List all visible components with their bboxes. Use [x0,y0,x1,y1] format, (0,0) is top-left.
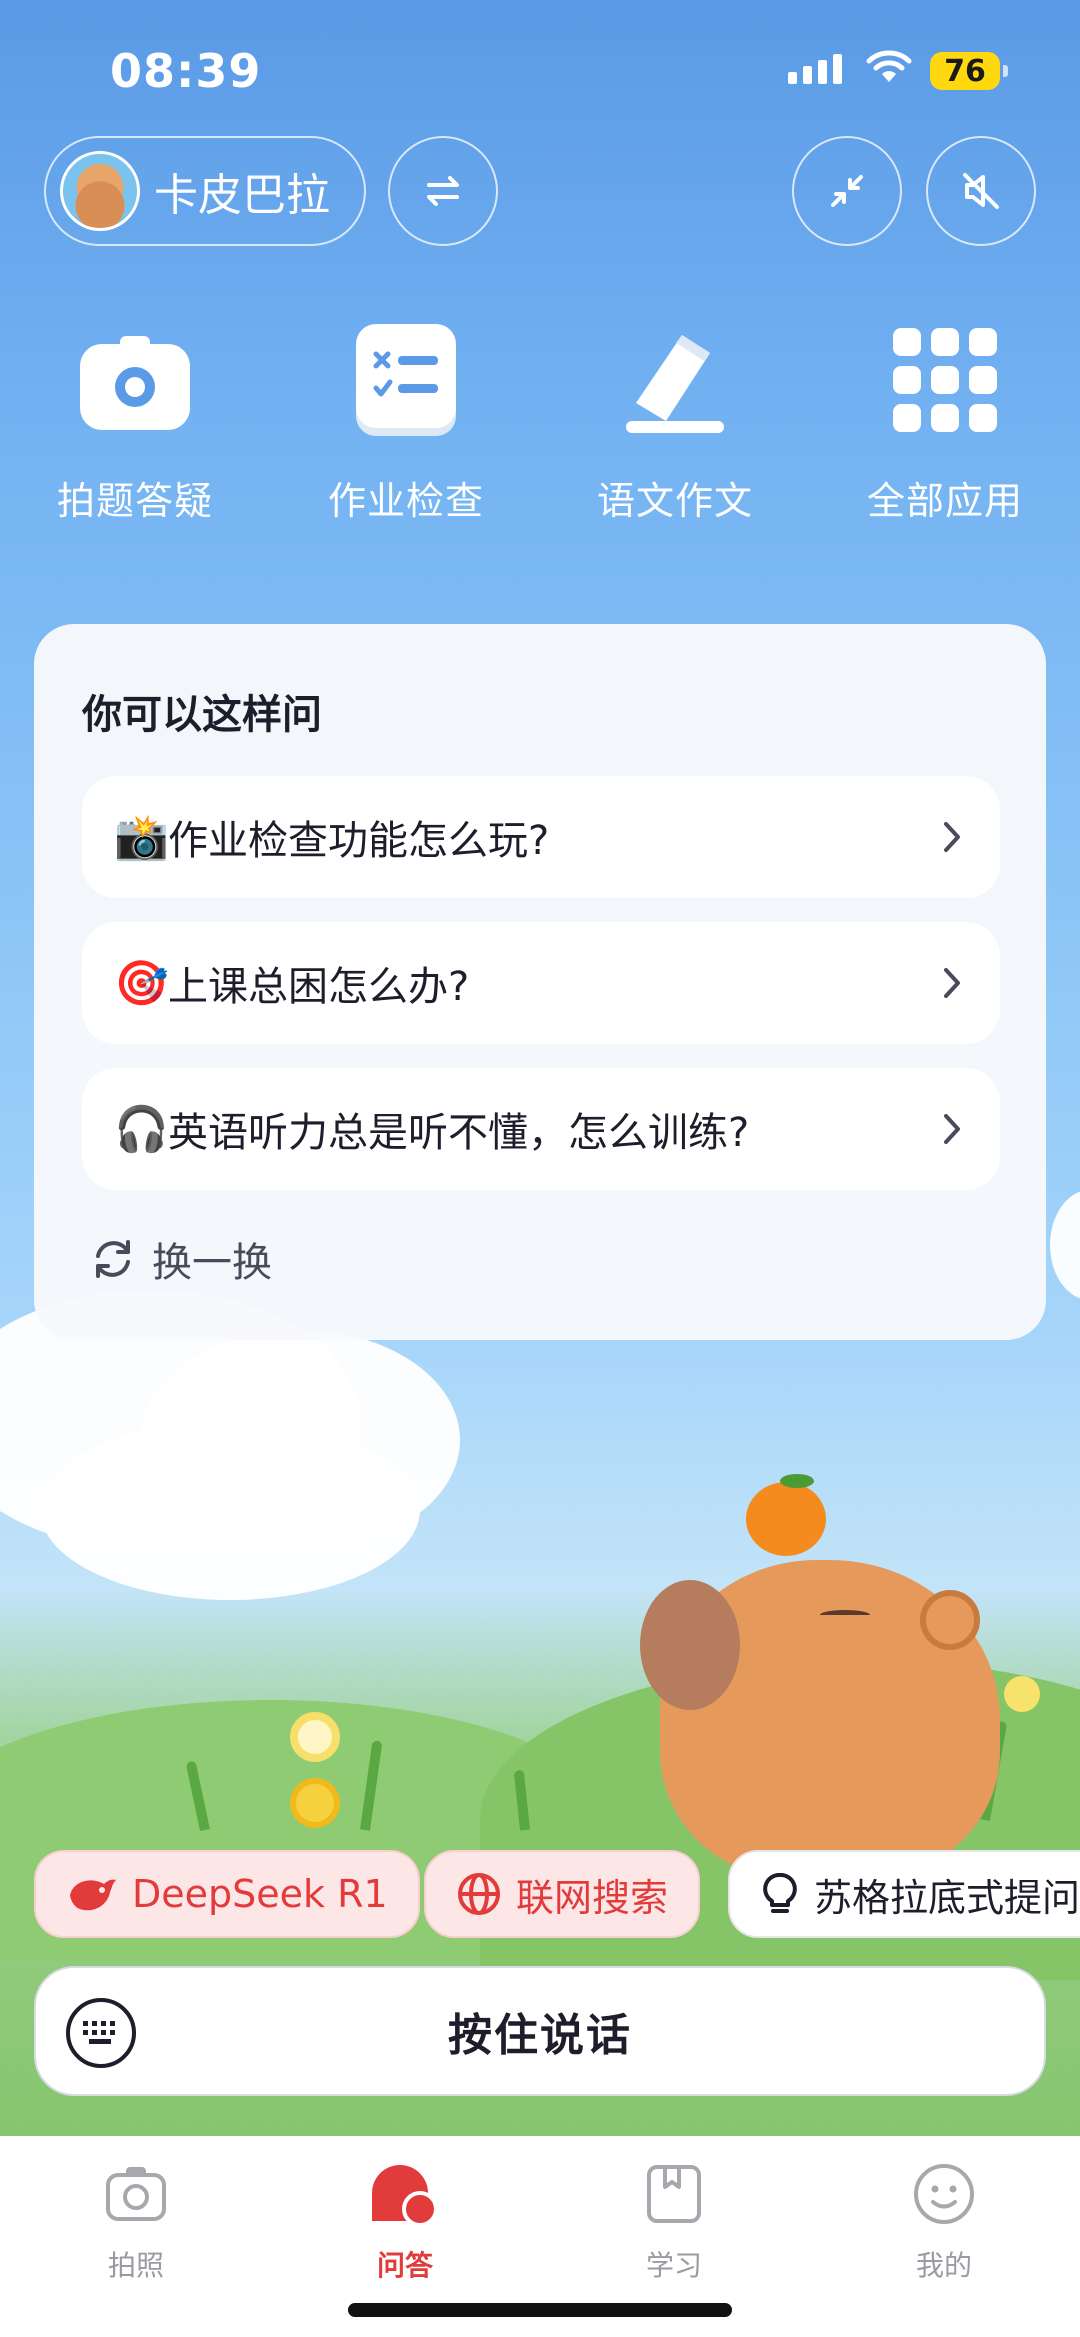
lightbulb-icon [760,1871,800,1917]
collapse-icon [831,175,863,207]
chevron-right-icon [944,968,960,998]
chat-tab-icon [369,2158,441,2230]
app-label: 全部应用 [866,479,1023,523]
tab-photo[interactable]: 拍照 [36,2158,236,2284]
camera-icon [75,320,195,440]
app-label: 拍题答疑 [56,479,213,523]
status-bar: 08:39 76 [0,0,1080,140]
avatar [60,151,140,231]
tab-learn[interactable]: 学习 [574,2158,774,2284]
mute-button[interactable] [926,136,1036,246]
web-search-chip[interactable]: 联网搜索 [424,1850,701,1938]
app-label: 作业检查 [327,479,484,523]
chip-label: 联网搜索 [516,1875,669,1920]
profile-switcher[interactable]: 卡皮巴拉 [44,136,366,246]
keyboard-toggle-button[interactable] [66,1998,136,2068]
suggestion-text: 英语听力总是听不懂，怎么训练? [168,1110,750,1156]
chip-label: DeepSeek R1 [132,1872,388,1916]
app-homework-check[interactable]: 作业检查 [291,320,521,525]
tab-label: 学习 [645,2249,702,2282]
suggestion-text: 作业检查功能怎么玩? [168,818,550,864]
chevron-right-icon [944,1114,960,1144]
refresh-label: 换一换 [152,1240,272,1286]
home-indicator [348,2303,732,2317]
mute-icon [963,173,999,209]
keyboard-icon [83,2021,115,2044]
collapse-button[interactable] [792,136,902,246]
homework-check-icon [346,320,466,440]
deepseek-icon [66,1874,118,1914]
suggestion-title: 你可以这样问 [82,692,322,738]
globe-icon [456,1871,502,1917]
suggestion-item[interactable]: 🎯 上课总困怎么办? [82,922,1000,1044]
cellular-signal-icon [788,54,842,84]
camera-flash-icon: 📸 [114,812,169,863]
chip-label: 苏格拉底式提问 [814,1875,1080,1920]
app-all-apps[interactable]: 全部应用 [830,320,1060,525]
suggestion-card: 你可以这样问 📸 作业检查功能怎么玩? 🎯 上课总困怎么办? 🎧 英语听力总是听… [34,624,1046,1340]
chevron-right-icon [944,822,960,852]
tab-qa[interactable]: 问答 [305,2158,505,2284]
deepseek-r1-chip[interactable]: DeepSeek R1 [34,1850,420,1938]
target-icon: 🎯 [114,958,169,1009]
swap-icon [427,176,459,206]
swap-button[interactable] [388,136,498,246]
tab-mine[interactable]: 我的 [844,2158,1044,2284]
app-chinese-essay[interactable]: 语文作文 [560,320,790,525]
headphones-icon: 🎧 [114,1104,169,1155]
profile-name: 卡皮巴拉 [154,170,330,221]
status-time: 08:39 [110,44,262,98]
camera-tab-icon [100,2158,172,2230]
tab-label: 我的 [915,2249,972,2282]
book-tab-icon [638,2158,710,2230]
suggestion-item[interactable]: 🎧 英语听力总是听不懂，怎么训练? [82,1068,1000,1190]
grid-icon [885,320,1005,440]
refresh-icon [96,1240,130,1278]
profile-tab-icon [908,2158,980,2230]
suggestion-item[interactable]: 📸 作业检查功能怎么玩? [82,776,1000,898]
suggestion-text: 上课总困怎么办? [168,964,470,1010]
app-photo-qa[interactable]: 拍题答疑 [20,320,250,525]
pen-icon [615,320,735,440]
battery-indicator: 76 [930,52,1008,90]
hold-to-talk-button[interactable]: 按住说话 [34,1966,1046,2096]
socratic-question-chip[interactable]: 苏格拉底式提问 [728,1850,1080,1938]
tab-label: 拍照 [107,2249,164,2282]
hold-to-talk-label: 按住说话 [448,2010,632,2061]
tab-label: 问答 [376,2249,433,2282]
app-label: 语文作文 [596,479,753,523]
refresh-button[interactable]: 换一换 [90,1230,272,1288]
wifi-icon [866,50,912,82]
